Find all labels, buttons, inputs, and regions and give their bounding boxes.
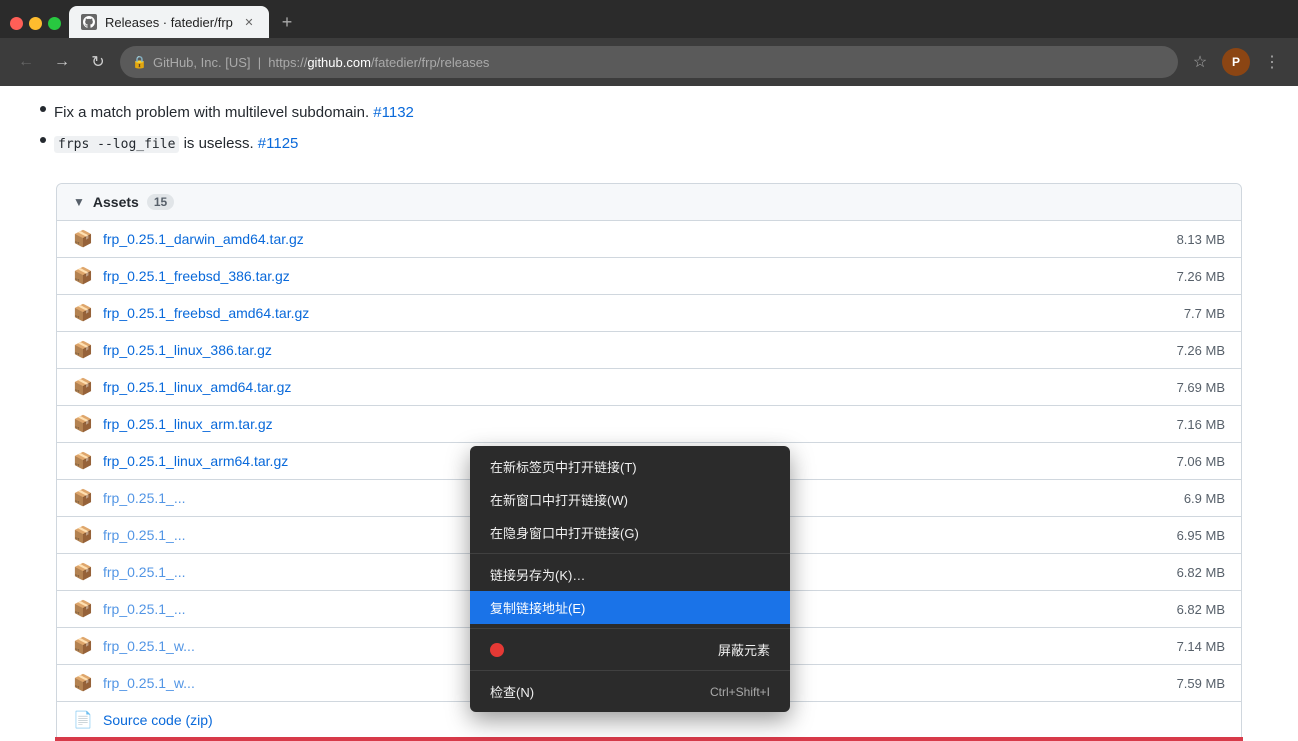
bullet-item-1: Fix a match problem with multilevel subd…	[40, 102, 1258, 125]
tab-bar: Releases · fatedier/frp ✕ +	[0, 0, 1298, 38]
ctx-separator-3	[470, 670, 790, 671]
assets-toggle-icon[interactable]: ▼	[73, 195, 85, 209]
archive-icon: 📦	[73, 229, 93, 249]
traffic-lights	[10, 17, 69, 38]
url-display: GitHub, Inc. [US] | https://github.com/f…	[153, 55, 1166, 70]
archive-icon: 📦	[73, 673, 93, 693]
new-tab-button[interactable]: +	[273, 8, 301, 36]
asset-size: 7.7 MB	[1165, 306, 1225, 321]
tab-close-button[interactable]: ✕	[241, 14, 257, 30]
bullet-text-1: Fix a match problem with multilevel subd…	[54, 102, 414, 125]
asset-size: 6.82 MB	[1165, 602, 1225, 617]
context-menu: 在新标签页中打开链接(T) 在新窗口中打开链接(W) 在隐身窗口中打开链接(G)…	[470, 446, 790, 712]
archive-icon: 📦	[73, 636, 93, 656]
reload-button[interactable]: ↻	[84, 48, 112, 76]
asset-size: 7.69 MB	[1165, 380, 1225, 395]
inline-code-1: frps --log_file	[54, 136, 179, 153]
archive-icon: 📦	[73, 414, 93, 434]
forward-button[interactable]: →	[48, 48, 76, 76]
close-window-button[interactable]	[10, 17, 23, 30]
asset-size: 7.59 MB	[1165, 676, 1225, 691]
asset-size: 8.13 MB	[1165, 232, 1225, 247]
ctx-open-new-tab[interactable]: 在新标签页中打开链接(T)	[470, 450, 790, 483]
ctx-block-element[interactable]: 屏蔽元素	[470, 633, 790, 666]
asset-link[interactable]: frp_0.25.1_linux_386.tar.gz	[103, 342, 1155, 358]
changelog-section: Fix a match problem with multilevel subd…	[0, 86, 1298, 183]
bookmark-button[interactable]: ☆	[1186, 48, 1214, 76]
asset-size: 7.26 MB	[1165, 269, 1225, 284]
menu-button[interactable]: ⋮	[1258, 48, 1286, 76]
bullet-item-2: frps --log_file is useless. #1125	[40, 133, 1258, 156]
archive-icon: 📦	[73, 525, 93, 545]
asset-row: 📦 frp_0.25.1_linux_amd64.tar.gz 7.69 MB	[57, 369, 1241, 406]
ctx-copy-link[interactable]: 复制链接地址(E)	[470, 591, 790, 624]
lock-icon: 🔒	[132, 55, 147, 69]
ctx-open-new-window[interactable]: 在新窗口中打开链接(W)	[470, 483, 790, 516]
url-path: github.com	[307, 55, 371, 70]
ctx-label: 在隐身窗口中打开链接(G)	[490, 523, 639, 542]
url-prefix: GitHub, Inc. [US] | https://	[153, 55, 307, 70]
ctx-shortcut: Ctrl+Shift+I	[710, 685, 770, 699]
bullet-dot-1	[40, 106, 46, 112]
asset-link[interactable]: frp_0.25.1_freebsd_amd64.tar.gz	[103, 305, 1155, 321]
asset-row: 📦 frp_0.25.1_linux_386.tar.gz 7.26 MB	[57, 332, 1241, 369]
asset-size: 6.9 MB	[1165, 491, 1225, 506]
archive-icon: 📦	[73, 266, 93, 286]
minimize-window-button[interactable]	[29, 17, 42, 30]
ctx-label: 检查(N)	[490, 682, 534, 701]
ctx-label: 链接另存为(K)…	[490, 565, 585, 584]
ctx-label: 复制链接地址(E)	[490, 598, 585, 617]
issue-link-1125[interactable]: #1125	[258, 135, 299, 152]
asset-row: 📦 frp_0.25.1_linux_arm.tar.gz 7.16 MB	[57, 406, 1241, 443]
active-tab[interactable]: Releases · fatedier/frp ✕	[69, 6, 269, 38]
archive-icon: 📦	[73, 599, 93, 619]
page-content: Fix a match problem with multilevel subd…	[0, 86, 1298, 741]
asset-size: 7.14 MB	[1165, 639, 1225, 654]
archive-icon: 📦	[73, 377, 93, 397]
asset-link[interactable]: frp_0.25.1_linux_amd64.tar.gz	[103, 379, 1155, 395]
profile-button[interactable]: P	[1222, 48, 1250, 76]
assets-title: Assets	[93, 194, 139, 210]
ctx-separator-2	[470, 628, 790, 629]
ctx-separator-1	[470, 553, 790, 554]
asset-size: 7.06 MB	[1165, 454, 1225, 469]
asset-size: 6.95 MB	[1165, 528, 1225, 543]
asset-link[interactable]: frp_0.25.1_linux_arm.tar.gz	[103, 416, 1155, 432]
ctx-save-link[interactable]: 链接另存为(K)…	[470, 558, 790, 591]
ctx-inspect[interactable]: 检查(N) Ctrl+Shift+I	[470, 675, 790, 708]
assets-header: ▼ Assets 15	[57, 184, 1241, 221]
asset-size: 7.16 MB	[1165, 417, 1225, 432]
bullet-dot-2	[40, 137, 46, 143]
tab-title: Releases · fatedier/frp	[105, 15, 233, 30]
tab-favicon	[81, 14, 97, 30]
archive-icon: 📦	[73, 303, 93, 323]
archive-icon: 📦	[73, 340, 93, 360]
asset-row: 📦 frp_0.25.1_freebsd_amd64.tar.gz 7.7 MB	[57, 295, 1241, 332]
maximize-window-button[interactable]	[48, 17, 61, 30]
asset-link[interactable]: frp_0.25.1_darwin_amd64.tar.gz	[103, 231, 1155, 247]
assets-count: 15	[147, 194, 174, 210]
url-suffix: /fatedier/frp/releases	[371, 55, 490, 70]
archive-icon: 📦	[73, 562, 93, 582]
bullet-text-2: frps --log_file is useless. #1125	[54, 133, 298, 156]
asset-size: 6.82 MB	[1165, 565, 1225, 580]
asset-row: 📦 frp_0.25.1_darwin_amd64.tar.gz 8.13 MB	[57, 221, 1241, 258]
ctx-label: 在新窗口中打开链接(W)	[490, 490, 628, 509]
source-icon: 📄	[73, 710, 93, 730]
address-bar: ← → ↻ 🔒 GitHub, Inc. [US] | https://gith…	[0, 38, 1298, 86]
archive-icon: 📦	[73, 451, 93, 471]
archive-icon: 📦	[73, 488, 93, 508]
asset-size: 7.26 MB	[1165, 343, 1225, 358]
browser-window: Releases · fatedier/frp ✕ + ← → ↻ 🔒 GitH…	[0, 0, 1298, 741]
block-icon	[490, 643, 504, 657]
asset-row: 📦 frp_0.25.1_freebsd_386.tar.gz 7.26 MB	[57, 258, 1241, 295]
source-code-zip-link[interactable]: Source code (zip)	[103, 712, 1155, 728]
back-button[interactable]: ←	[12, 48, 40, 76]
issue-link-1132[interactable]: #1132	[373, 104, 414, 121]
asset-link[interactable]: frp_0.25.1_freebsd_386.tar.gz	[103, 268, 1155, 284]
address-input[interactable]: 🔒 GitHub, Inc. [US] | https://github.com…	[120, 46, 1178, 78]
ctx-label: 屏蔽元素	[718, 640, 770, 659]
ctx-label: 在新标签页中打开链接(T)	[490, 457, 637, 476]
ctx-open-incognito[interactable]: 在隐身窗口中打开链接(G)	[470, 516, 790, 549]
